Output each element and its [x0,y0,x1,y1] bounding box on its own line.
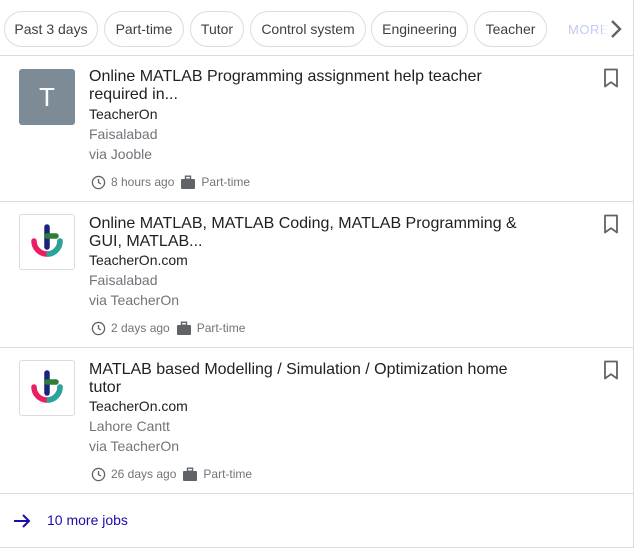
company-name: TeacherOn.com [89,398,188,414]
bookmark-icon [604,360,618,380]
company-logo [19,360,75,416]
chip-label: Past 3 days [14,21,88,37]
job-title[interactable]: Online MATLAB Programming assignment hel… [89,68,529,104]
job-type: Part-time [203,467,253,481]
save-job-button[interactable] [601,67,621,89]
bookmark-icon [604,68,618,88]
company-logo: T [19,69,75,125]
scroll-right-button[interactable] [602,14,630,44]
chip-engineering[interactable]: Engineering [371,11,468,47]
job-source: via TeacherOn [89,438,180,454]
teacheron-logo-icon [31,370,63,403]
clock-icon [90,320,106,336]
job-title[interactable]: Online MATLAB, MATLAB Coding, MATLAB Pro… [89,215,529,251]
save-job-button[interactable] [601,359,621,381]
job-location: Lahore Cantt [89,418,170,434]
job-location: Faisalabad [89,272,158,288]
job-title[interactable]: MATLAB based Modelling / Simulation / Op… [89,361,529,397]
job-type: Part-time [201,175,251,189]
arrow-right-icon [14,514,31,528]
chip-control-system[interactable]: Control system [250,11,366,47]
briefcase-icon [180,174,196,190]
posted-time: 8 hours ago [111,175,175,189]
job-source: via Jooble [89,146,153,162]
bookmark-icon [604,214,618,234]
chip-teacher[interactable]: Teacher [474,11,547,47]
chip-label: Control system [261,21,355,37]
job-card[interactable]: T Online MATLAB Programming assignment h… [0,56,634,202]
chip-label: Teacher [485,21,536,37]
save-job-button[interactable] [601,213,621,235]
more-jobs-label: 10 more jobs [47,512,128,528]
chip-past-3-days[interactable]: Past 3 days [4,11,98,47]
chip-label: Part-time [115,21,173,37]
job-meta: 26 days ago Part-time [90,466,252,482]
company-name: TeacherOn.com [89,252,188,268]
clock-icon [90,174,106,190]
job-meta: 2 days ago Part-time [90,320,245,336]
job-card[interactable]: MATLAB based Modelling / Simulation / Op… [0,348,634,494]
chip-part-time[interactable]: Part-time [104,11,184,47]
job-source: via TeacherOn [89,292,180,308]
logo-letter: T [39,81,55,112]
company-name: TeacherOn [89,106,158,122]
teacheron-logo-icon [31,224,63,257]
filter-chip-bar: Past 3 days Part-time Tutor Control syst… [0,0,634,56]
job-meta: 8 hours ago Part-time [90,174,250,190]
jobs-panel: Past 3 days Part-time Tutor Control syst… [0,0,634,548]
more-jobs-link[interactable]: 10 more jobs [0,494,634,548]
clock-icon [90,466,106,482]
posted-time: 2 days ago [111,321,170,335]
chip-label: Engineering [382,21,457,37]
briefcase-icon [182,466,198,482]
posted-time: 26 days ago [111,467,177,481]
chip-tutor[interactable]: Tutor [190,11,244,47]
job-location: Faisalabad [89,126,158,142]
chevron-right-icon [611,20,622,38]
job-card[interactable]: Online MATLAB, MATLAB Coding, MATLAB Pro… [0,202,634,348]
chip-label: Tutor [200,21,234,37]
company-logo [19,214,75,270]
job-type: Part-time [196,321,246,335]
briefcase-icon [176,320,192,336]
